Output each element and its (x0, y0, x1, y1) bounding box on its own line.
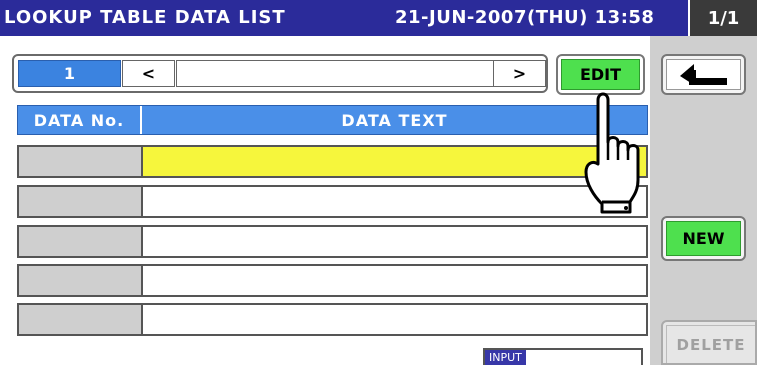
table-row[interactable] (17, 264, 648, 297)
title-bar: LOOKUP TABLE DATA LIST 21-JUN-2007(THU) … (0, 0, 757, 36)
input-field[interactable]: INPUT (483, 348, 643, 365)
pointing-hand-icon (584, 92, 640, 214)
row-data-no (19, 266, 143, 295)
row-data-text (143, 227, 646, 256)
back-button[interactable] (661, 54, 746, 95)
next-page-button[interactable]: > (493, 60, 546, 87)
input-label: INPUT (485, 350, 526, 365)
page-scroll-track (176, 60, 496, 87)
delete-button-label: DELETE (666, 325, 755, 363)
return-arrow-icon (679, 63, 727, 85)
page-navigation: 1 < > (12, 54, 548, 93)
row-data-text (143, 147, 646, 176)
new-button-label: NEW (666, 221, 741, 256)
row-data-text (143, 266, 646, 295)
datetime-display: 21-JUN-2007(THU) 13:58 (395, 7, 655, 28)
row-data-text (143, 187, 646, 216)
column-header-data-text: DATA TEXT (341, 110, 448, 130)
row-data-text (143, 305, 646, 334)
current-page-number: 1 (18, 60, 121, 87)
screen-title: LOOKUP TABLE DATA LIST (4, 7, 286, 28)
column-header-data-no: DATA No. (18, 106, 142, 134)
table-row[interactable] (17, 185, 648, 218)
page-indicator: 1/1 (688, 0, 757, 36)
delete-button[interactable]: DELETE (661, 320, 757, 365)
row-data-no (19, 147, 143, 176)
table-row[interactable] (17, 145, 648, 178)
table-row[interactable] (17, 225, 648, 258)
prev-page-button[interactable]: < (122, 60, 175, 87)
table-row[interactable] (17, 303, 648, 336)
new-button[interactable]: NEW (661, 216, 746, 261)
row-data-no (19, 227, 143, 256)
table-header: DATA No. DATA TEXT (17, 105, 648, 135)
row-data-no (19, 305, 143, 334)
row-data-no (19, 187, 143, 216)
